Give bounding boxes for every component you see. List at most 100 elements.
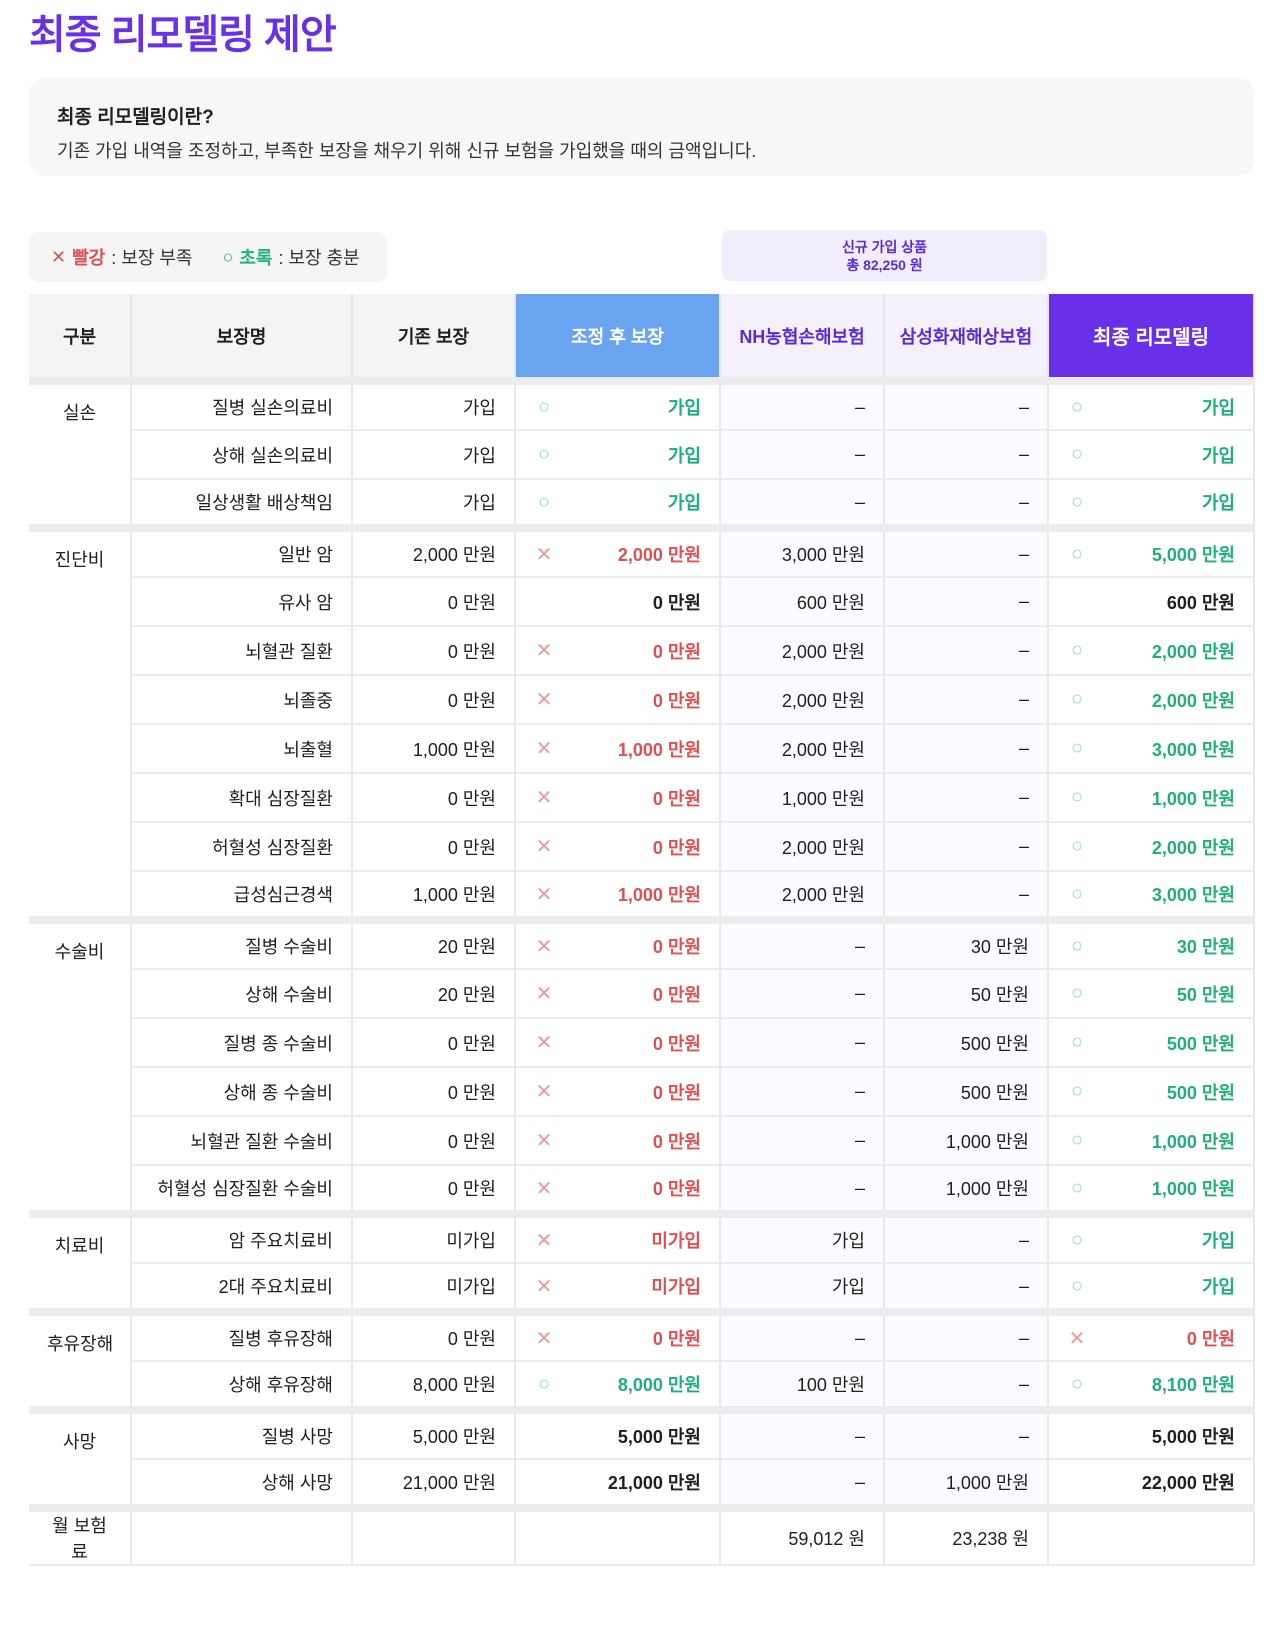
adjusted-coverage-value: 0 만원 bbox=[652, 690, 701, 711]
adjusted-coverage-wrap: ✕ 0 만원 bbox=[534, 1175, 701, 1201]
final-coverage-wrap: ○ 8,100 만원 bbox=[1067, 1371, 1235, 1397]
final-coverage-cell: ○ 3,000 만원 bbox=[1048, 724, 1255, 774]
adjusted-coverage-cell: 21,000 만원 bbox=[515, 1459, 721, 1509]
table-row: 유사 암0 만원 0 만원 600 만원 –600 만원 bbox=[29, 577, 1255, 627]
final-coverage-cell: ✕ 0 만원 bbox=[1048, 1308, 1255, 1362]
table-row: 뇌혈관 질환 0 만원 ✕ 0 만원 2,000 만원 – ○ 2,000 만원 bbox=[29, 626, 1255, 676]
x-mark-icon: ✕ bbox=[535, 543, 553, 566]
adjusted-coverage-cell: ✕ 미가입 bbox=[515, 1210, 721, 1264]
table-row: 상해 후유장해 8,000 만원 ○ 8,000 만원 100 만원 – ○ 8,100 만원 bbox=[29, 1361, 1255, 1411]
circle-mark-icon: ○ bbox=[222, 246, 234, 267]
final-coverage-value: 5,000 만원 bbox=[1151, 545, 1235, 565]
circle-mark-icon: ○ bbox=[1070, 1372, 1084, 1395]
existing-coverage: 20 만원 bbox=[352, 969, 516, 1019]
final-coverage-wrap: ○ 500 만원 bbox=[1067, 1030, 1235, 1056]
adjusted-coverage-value: 0 만원 bbox=[652, 592, 701, 613]
coverage-name: 뇌혈관 질환 bbox=[131, 626, 353, 676]
final-coverage-cell: ○ 30 만원 bbox=[1048, 916, 1255, 970]
category-label: 사망 bbox=[29, 1406, 132, 1509]
page-title: 최종 리모델링 제안 bbox=[29, 13, 337, 57]
existing-coverage: 가입 bbox=[352, 430, 516, 480]
table-row: 후유장해 질병 후유장해 0 만원 ✕ 0 만원 – – ✕ 0 만원 bbox=[29, 1308, 1255, 1411]
nh-coverage: 2,000 만원 bbox=[720, 871, 885, 921]
adjusted-coverage-cell: ✕ 1,000 만원 bbox=[515, 871, 721, 921]
info-description: 기존 가입 내역을 조정하고, 부족한 보장을 채우기 위해 신규 보험을 가입… bbox=[57, 141, 757, 161]
circle-mark-icon: ○ bbox=[1070, 490, 1084, 513]
samsung-coverage: 500 만원 bbox=[884, 1018, 1049, 1068]
final-coverage-cell: ○ 가입 bbox=[1048, 430, 1255, 480]
coverage-name: 질병 후유장해 bbox=[131, 1308, 353, 1362]
table-header-row: 구분 보장명 기존 보장 조정 후 보장 NH농협손해보험 삼성화재해상보험 최… bbox=[29, 294, 1255, 385]
final-coverage-value: 2,000 만원 bbox=[1151, 837, 1235, 858]
final-coverage-value: 5,000 만원 bbox=[1151, 1427, 1235, 1447]
adjusted-coverage-cell: ✕ 0 만원 bbox=[515, 626, 721, 676]
final-coverage-wrap: ○ 2,000 만원 bbox=[1067, 834, 1235, 860]
nh-coverage: – bbox=[720, 1459, 885, 1509]
samsung-coverage: – bbox=[884, 1210, 1049, 1264]
existing-coverage: 5,000 만원 bbox=[352, 1406, 516, 1460]
adjusted-coverage-cell: ○ 가입 bbox=[515, 430, 721, 480]
final-coverage-wrap: ○ 가입 bbox=[1067, 489, 1235, 515]
adjusted-coverage-wrap: ✕ 0 만원 bbox=[534, 687, 701, 713]
adjusted-coverage-wrap: ✕ 0 만원 bbox=[534, 834, 701, 860]
table-row: 허혈성 심장질환 0 만원 ✕ 0 만원 2,000 만원 – ○ 2,000 만원 bbox=[29, 822, 1255, 872]
new-products-summary: 신규 가입 상품 총 82,250 원 bbox=[722, 230, 1047, 281]
adjusted-coverage-value: 0 만원 bbox=[652, 1179, 701, 1199]
existing-coverage: 0 만원 bbox=[352, 1308, 516, 1362]
coverage-name: 질병 사망 bbox=[131, 1406, 353, 1460]
header-samsung: 삼성화재해상보험 bbox=[884, 294, 1049, 385]
final-coverage-wrap: ○ 30 만원 bbox=[1067, 933, 1235, 959]
adjusted-coverage-wrap: ✕ 0 만원 bbox=[534, 638, 701, 664]
adjusted-coverage-cell: 5,000 만원 bbox=[515, 1406, 721, 1460]
adjusted-coverage-wrap: ✕ 1,000 만원 bbox=[534, 881, 701, 907]
final-coverage-value: 1,000 만원 bbox=[1151, 1179, 1235, 1199]
coverage-name: 일반 암 bbox=[131, 524, 353, 578]
existing-coverage: 가입 bbox=[352, 381, 516, 431]
samsung-coverage: – bbox=[884, 1308, 1049, 1362]
adjusted-coverage-wrap: ✕ 0 만원 bbox=[534, 981, 701, 1007]
final-coverage-cell: ○ 2,000 만원 bbox=[1048, 626, 1255, 676]
adjusted-coverage-value: 21,000 만원 bbox=[607, 1473, 701, 1493]
x-mark-icon: ✕ bbox=[535, 1327, 553, 1350]
new-products-title: 신규 가입 상품 bbox=[841, 239, 928, 255]
adjusted-coverage-value: 1,000 만원 bbox=[617, 739, 701, 760]
final-coverage-wrap: ○ 1,000 만원 bbox=[1067, 1175, 1235, 1201]
final-coverage-wrap: ○ 가입 bbox=[1067, 442, 1235, 468]
footer-empty bbox=[1048, 1504, 1255, 1566]
samsung-coverage: – bbox=[884, 1263, 1049, 1313]
final-coverage-value: 가입 bbox=[1201, 1277, 1235, 1297]
coverage-name: 허혈성 심장질환 수술비 bbox=[131, 1165, 353, 1215]
samsung-coverage: – bbox=[884, 626, 1049, 676]
adjusted-coverage-value: 가입 bbox=[667, 398, 701, 418]
circle-mark-icon: ○ bbox=[537, 1372, 551, 1395]
adjusted-coverage-wrap: ✕ 2,000 만원 bbox=[534, 541, 701, 567]
nh-coverage: 600 만원 bbox=[720, 577, 885, 627]
samsung-coverage: 1,000 만원 bbox=[884, 1116, 1049, 1166]
table-row: 실손 질병 실손의료비 가입 ○ 가입 – – ○ 가입 bbox=[29, 381, 1255, 529]
final-coverage-wrap: ○ 1,000 만원 bbox=[1067, 785, 1235, 811]
adjusted-coverage-wrap: 5,000 만원 bbox=[534, 1423, 701, 1449]
adjusted-coverage-cell: ✕ 0 만원 bbox=[515, 675, 721, 725]
adjusted-coverage-wrap: ✕ 0 만원 bbox=[534, 933, 701, 959]
remodeling-table: 구분 보장명 기존 보장 조정 후 보장 NH농협손해보험 삼성화재해상보험 최… bbox=[29, 294, 1255, 1566]
coverage-name: 허혈성 심장질환 bbox=[131, 822, 353, 872]
final-coverage-cell: ○ 50 만원 bbox=[1048, 969, 1255, 1019]
x-mark-icon: ✕ bbox=[535, 640, 553, 662]
circle-mark-icon: ○ bbox=[1070, 443, 1084, 465]
coverage-name: 급성심근경색 bbox=[131, 871, 353, 921]
legend-green: ○ 초록 : 보장 충분 bbox=[222, 244, 359, 270]
nh-coverage: 가입 bbox=[720, 1263, 885, 1313]
adjusted-coverage-value: 0 만원 bbox=[652, 1082, 701, 1103]
final-coverage-value: 가입 bbox=[1201, 398, 1235, 418]
table-row: 상해 수술비 20 만원 ✕ 0 만원 –50 만원 ○ 50 만원 bbox=[29, 969, 1255, 1019]
nh-coverage: – bbox=[720, 479, 885, 529]
samsung-coverage: – bbox=[884, 479, 1049, 529]
adjusted-coverage-value: 가입 bbox=[667, 445, 701, 466]
final-coverage-cell: 5,000 만원 bbox=[1048, 1406, 1255, 1460]
adjusted-coverage-cell: ✕ 1,000 만원 bbox=[515, 724, 721, 774]
existing-coverage: 2,000 만원 bbox=[352, 524, 516, 578]
nh-coverage: – bbox=[720, 969, 885, 1019]
footer-empty bbox=[352, 1504, 516, 1566]
monthly-premium-row: 월 보험료 59,012 원 23,238 원 bbox=[29, 1504, 1255, 1566]
table-row: 뇌혈관 질환 수술비 0 만원 ✕ 0 만원 –1,000 만원 ○ 1,000 만원 bbox=[29, 1116, 1255, 1166]
